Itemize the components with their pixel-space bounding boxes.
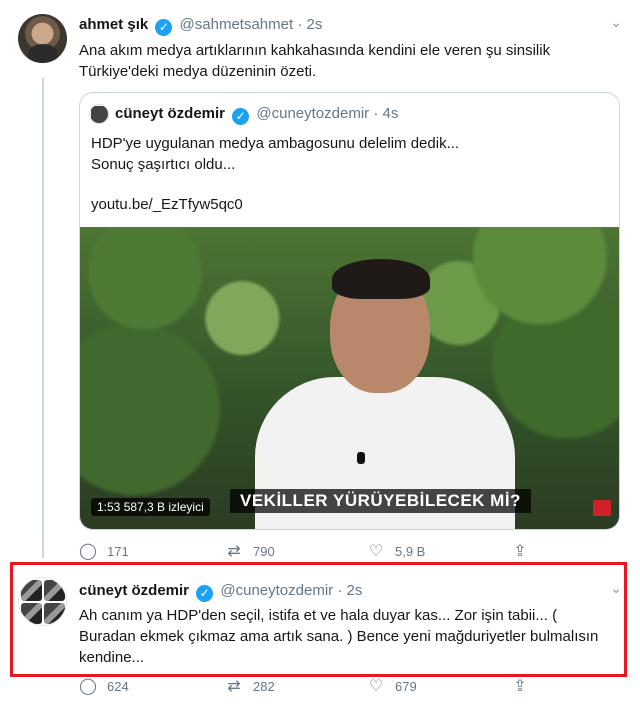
retweet-button[interactable]: ⇄ 282 [225, 676, 275, 696]
reply-button[interactable]: ◯ 624 [79, 676, 129, 696]
like-button[interactable]: ♡ 679 [367, 676, 417, 696]
tweet-actions: ◯ 624 ⇄ 282 ♡ 679 ⇪ [79, 676, 549, 698]
like-icon: ♡ [368, 678, 384, 695]
reply-icon: ◯ [79, 678, 97, 695]
share-button[interactable]: ⇪ [511, 676, 529, 696]
share-icon: ⇪ [513, 678, 527, 695]
retweet-icon: ⇄ [227, 678, 241, 695]
retweet-count: 282 [253, 678, 275, 694]
reply-count: 624 [107, 678, 129, 694]
like-count: 679 [395, 678, 417, 694]
highlight-box [10, 562, 627, 677]
